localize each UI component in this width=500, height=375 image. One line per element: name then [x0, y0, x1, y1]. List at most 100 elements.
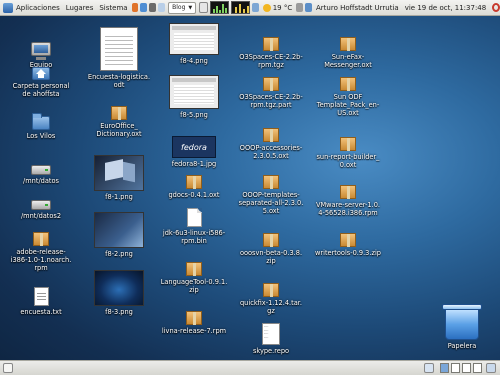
desktop-icon-encuesta-txt[interactable]: encuesta.txt — [6, 287, 76, 316]
package-icon — [340, 137, 356, 151]
places-menu[interactable]: Lugares — [63, 0, 97, 16]
drive-icon — [31, 165, 51, 175]
icon-label: OOOP-accessories- 2.3.0.5.oxt — [239, 144, 303, 160]
icon-label: encuesta.txt — [20, 308, 62, 316]
icon-label: Papelera — [447, 342, 477, 350]
system-menu[interactable]: Sistema — [96, 0, 130, 16]
desktop-icon-skype-repo[interactable]: ---- ---- ---- ---- skype.repo — [238, 323, 304, 355]
icon-label: EuroOffice_ Dictionary.oxt — [96, 122, 142, 138]
show-desktop-icon[interactable] — [3, 363, 13, 373]
user-switcher[interactable]: Arturo Hoffstadt Urrutia — [313, 0, 402, 16]
desktop-icon-f8-5[interactable]: f8-5.png — [162, 75, 226, 119]
bottom-panel — [0, 360, 500, 375]
desktop-icon-ooosvn-beta[interactable]: ooosvn-beta-0.3.8. zip — [234, 233, 308, 265]
image-icon — [169, 75, 219, 109]
image-icon — [94, 155, 144, 191]
desktop-icon-f8-3[interactable]: f8-3.png — [88, 270, 150, 316]
desktop-icon-trash[interactable]: Papelera — [432, 304, 492, 350]
icon-label: /mnt/datos — [23, 177, 59, 185]
desktop-icon-eurooffice-dictionary[interactable]: EuroOffice_ Dictionary.oxt — [82, 106, 156, 138]
fedora-logo-icon: fedora — [172, 136, 216, 158]
icon-label: Sun ODF Template_Pack_en- US.oxt — [316, 93, 380, 117]
icon-label: jdk-6u3-linux-i586- rpm.bin — [162, 229, 226, 245]
home-folder-icon — [32, 64, 50, 80]
system-menu-label: Sistema — [99, 3, 128, 12]
applications-menu[interactable]: Aplicaciones — [0, 0, 63, 16]
desktop-icon-o3spaces-tgz[interactable]: O3Spaces-CE-2.2b- rpm.tgz — [234, 37, 308, 69]
icon-label: LanguageTool-0.9.1. zip — [160, 278, 228, 294]
desktop-icon-home-folder[interactable]: Carpeta personal de ahoffsta — [2, 64, 80, 98]
icon-label: Sun-eFax- Messenger.oxt — [324, 53, 372, 69]
desktop-icon-adobe-release[interactable]: adobe-release- i386-1.0-1.noarch. rpm — [4, 232, 78, 272]
icon-label: f8-1.png — [105, 193, 133, 201]
clock-label: vie 19 de oct, 11:37:48 — [404, 3, 487, 12]
network-monitor[interactable] — [230, 1, 250, 14]
cpu-monitor[interactable] — [210, 1, 229, 14]
package-icon — [263, 77, 279, 91]
desktop-icon-o3spaces-part[interactable]: O3Spaces-CE-2.2b- rpm.tgz.part — [234, 77, 308, 109]
desktop-icon-livna-release[interactable]: livna-release-7.rpm — [156, 311, 232, 335]
desktop-icon-languagetool[interactable]: LanguageTool-0.9.1. zip — [156, 262, 232, 294]
desktop-icon-sun-efax[interactable]: Sun-eFax- Messenger.oxt — [308, 37, 388, 69]
package-icon — [186, 175, 202, 189]
distro-logo-icon — [3, 2, 13, 13]
workspace-3[interactable] — [462, 363, 471, 373]
desktop-icon-gdocs[interactable]: gdocs-0.4.1.oxt — [160, 175, 228, 199]
desktop-icon-f8-4[interactable]: f8-4.png — [162, 23, 226, 65]
icon-label: ooosvn-beta-0.3.8. zip — [239, 249, 303, 265]
desktop-icon-sun-odf-templates[interactable]: Sun ODF Template_Pack_en- US.oxt — [308, 77, 388, 117]
package-icon — [340, 37, 356, 51]
desktop-icon-mnt-datos[interactable]: /mnt/datos — [6, 165, 76, 185]
firefox-launcher-icon[interactable] — [131, 3, 139, 12]
workspace-1[interactable] — [440, 363, 449, 373]
trash-applet-icon[interactable] — [486, 363, 496, 373]
desktop-icon-mnt-datos2[interactable]: /mnt/datos2 — [6, 200, 76, 220]
desktop-icon-encuesta-odt[interactable]: Encuesta-logistica. odt — [82, 27, 156, 89]
top-panel: Aplicaciones Lugares Sistema Blog ▼ 19 °… — [0, 0, 500, 16]
icon-label: O3Spaces-CE-2.2b- rpm.tgz.part — [239, 93, 303, 109]
icon-label: Los Vilos — [26, 132, 56, 140]
applet-icon[interactable] — [424, 363, 434, 373]
clock[interactable]: vie 19 de oct, 11:37:48 — [402, 0, 490, 16]
icon-label: f8-2.png — [105, 250, 133, 258]
text-file-icon: ---- ---- ---- ---- — [262, 323, 280, 345]
weather-applet[interactable]: 19 °C — [260, 0, 296, 16]
workspace-2[interactable] — [451, 363, 460, 373]
icon-label: sun-report-builder_ 0.oxt — [316, 153, 380, 169]
desktop-icon-vmware-server[interactable]: VMware-server-1.0. 4-56528.i386.rpm — [306, 185, 390, 217]
image-icon — [94, 212, 144, 248]
blog-combo[interactable]: Blog ▼ — [166, 0, 198, 16]
desktop-icon-quickfix[interactable]: quickfix-1.12.4.tar. gz — [234, 283, 308, 315]
package-icon — [340, 185, 356, 199]
package-icon — [33, 232, 49, 246]
network-icon[interactable] — [251, 3, 259, 12]
temperature-label: 19 °C — [272, 3, 293, 12]
desktop-icon-f8-1[interactable]: f8-1.png — [88, 155, 150, 201]
sun-icon — [262, 3, 271, 12]
writer-launcher-icon[interactable] — [158, 3, 166, 12]
desktop-icon-fedora8-1[interactable]: fedora fedora8-1.jpg — [160, 136, 228, 168]
icon-label: VMware-server-1.0. 4-56528.i386.rpm — [315, 201, 381, 217]
icon-label: gdocs-0.4.1.oxt — [168, 191, 220, 199]
package-icon — [340, 77, 356, 91]
desktop-icon-jdk[interactable]: jdk-6u3-linux-i586- rpm.bin — [156, 208, 232, 245]
volume-icon[interactable] — [296, 3, 304, 12]
desktop-icon-writertools[interactable]: writertools-0.9.3.zip — [306, 233, 390, 257]
desktop-icon-ooop-accessories[interactable]: OOOP-accessories- 2.3.0.5.oxt — [234, 128, 308, 160]
workspace-4[interactable] — [473, 363, 482, 373]
image-icon — [169, 23, 219, 55]
update-icon[interactable] — [305, 3, 312, 12]
trash-icon — [442, 304, 482, 340]
desktop-icon-los-vilos[interactable]: Los Vilos — [10, 113, 72, 140]
mail-launcher-icon[interactable] — [140, 3, 148, 12]
icon-label: writertools-0.9.3.zip — [315, 249, 381, 257]
package-icon — [263, 283, 279, 297]
desktop-icon-ooop-templates[interactable]: OOOP-templates- separated-all-2.3.0. 5.o… — [230, 175, 312, 215]
desktop-icon-sun-report-builder[interactable]: sun-report-builder_ 0.oxt — [308, 137, 388, 169]
package-icon — [340, 233, 356, 247]
terminal-launcher-icon[interactable] — [149, 3, 157, 12]
note-icon[interactable] — [199, 2, 209, 13]
desktop-icon-f8-2[interactable]: f8-2.png — [88, 212, 150, 258]
power-icon[interactable] — [492, 3, 500, 12]
icon-label: Carpeta personal de ahoffsta — [12, 82, 70, 98]
